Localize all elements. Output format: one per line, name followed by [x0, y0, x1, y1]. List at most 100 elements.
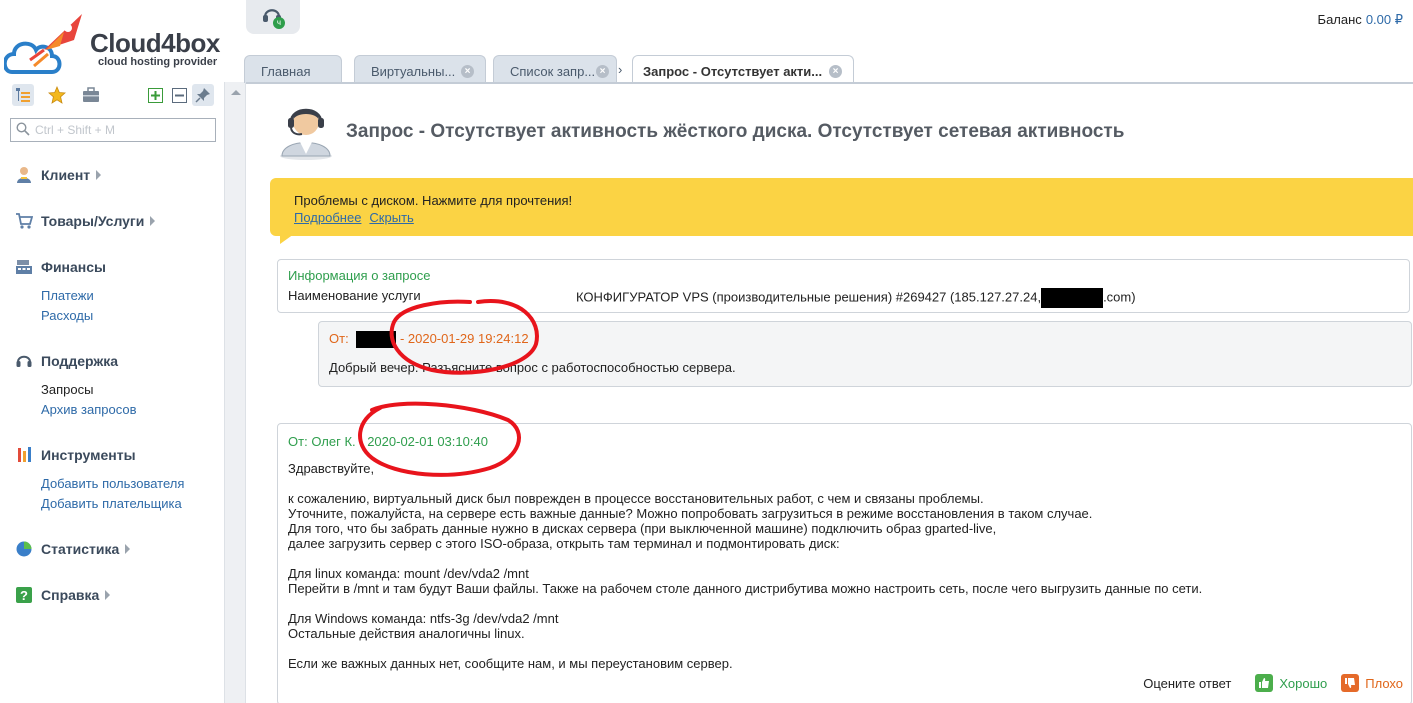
message-text: Добрый вечер. Разъясните вопрос с работо… — [329, 360, 736, 376]
balance-label: Баланс — [1317, 12, 1362, 27]
sidebar-section-client: Клиент — [14, 164, 102, 186]
message-line: Для того, что бы забрать данные нужно в … — [288, 521, 997, 536]
close-icon[interactable]: × — [461, 65, 474, 78]
tab-label: Виртуальны... — [371, 64, 456, 79]
message-line: Если же важных данных нет, сообщите нам,… — [288, 656, 733, 671]
message-support: От: Олег К. - 2020-02-01 03:10:40 Здравс… — [277, 423, 1412, 703]
balance-value[interactable]: 0.00 ₽ — [1366, 12, 1403, 27]
sidebar-subitem-expenses[interactable]: Расходы — [41, 306, 106, 326]
cash-register-icon — [14, 257, 34, 277]
notice-tail — [280, 234, 294, 244]
support-chat-button[interactable]: ч — [246, 0, 300, 34]
favorites-star-icon[interactable] — [46, 84, 68, 106]
collapse-arrow-icon[interactable] — [231, 90, 241, 95]
notice-more-link[interactable]: Подробнее — [294, 210, 361, 225]
sidebar-item-statistics[interactable]: Статистика — [14, 538, 131, 560]
close-icon[interactable]: × — [829, 65, 842, 78]
sidebar-item-tools[interactable]: Инструменты — [14, 444, 184, 466]
tools-icon — [14, 445, 34, 465]
search-icon — [16, 122, 30, 136]
sidebar-subitem-requests-archive[interactable]: Архив запросов — [41, 400, 137, 420]
message-from-label: От: — [329, 331, 349, 346]
sidebar-item-label: Статистика — [41, 541, 120, 557]
expand-all-icon[interactable] — [144, 84, 166, 106]
message-line: Для linux команда: mount /dev/vda2 /mnt — [288, 566, 529, 581]
sidebar-splitter[interactable] — [224, 82, 246, 703]
sidebar-item-label: Поддержка — [41, 353, 119, 369]
search-input[interactable] — [35, 121, 211, 139]
sidebar-section-finance: Финансы Платежи Расходы — [14, 256, 106, 326]
sidebar-item-goods[interactable]: Товары/Услуги — [14, 210, 156, 232]
sidebar-subitem-add-user[interactable]: Добавить пользователя — [41, 474, 184, 494]
message-line — [288, 476, 1401, 491]
tab-label: Главная — [261, 64, 311, 79]
sidebar-subitem-payments[interactable]: Платежи — [41, 286, 106, 306]
rate-good-button[interactable]: Хорошо — [1255, 674, 1327, 692]
sidebar-subitem-requests[interactable]: Запросы — [41, 380, 137, 400]
support-operator-icon — [280, 108, 332, 160]
rating-label: Оцените ответ — [1143, 675, 1232, 691]
sidebar-section-tools: Инструменты Добавить пользователя Добави… — [14, 444, 184, 514]
service-label: Наименование услуги — [288, 288, 421, 303]
message-date: - 2020-02-01 03:10:40 — [359, 434, 488, 449]
chevron-right-icon: › — [618, 62, 623, 77]
client-icon — [14, 165, 34, 185]
logo-subtitle: cloud hosting provider — [98, 56, 218, 68]
notice-hide-link[interactable]: Скрыть — [369, 210, 413, 225]
notice-banner[interactable]: Проблемы с диском. Нажмите для прочтения… — [270, 178, 1413, 244]
logo[interactable]: Cloud4box cloud hosting provider — [4, 10, 226, 76]
collapse-all-icon[interactable] — [168, 84, 190, 106]
request-info-box: Информация о запросе Наименование услуги… — [277, 259, 1410, 313]
rate-bad-button[interactable]: Плохо — [1341, 674, 1403, 692]
tab-label: Список запр... — [510, 64, 596, 79]
sidebar-item-label: Товары/Услуги — [41, 213, 145, 229]
sidebar-section-goods: Товары/Услуги — [14, 210, 156, 232]
search-box — [10, 118, 216, 142]
message-header: От: - 2020-01-29 19:24:12 — [329, 331, 1401, 349]
request-info-row: Наименование услуги КОНФИГУРАТОР VPS (пр… — [288, 288, 1399, 308]
pie-chart-icon — [14, 539, 34, 559]
sidebar-subitem-add-payer[interactable]: Добавить плательщика — [41, 494, 184, 514]
message-author: Олег К. — [311, 434, 356, 449]
tab-request-current[interactable]: Запрос - Отсутствует акти... × — [632, 55, 854, 83]
sidebar-item-label: Инструменты — [41, 447, 136, 463]
help-icon: ? — [14, 585, 34, 605]
sidebar-toolbar — [10, 84, 216, 108]
chevron-right-icon — [105, 590, 111, 600]
tab-virtual[interactable]: Виртуальны... × — [354, 55, 486, 83]
close-icon[interactable]: × — [596, 65, 609, 78]
tab-requests-list[interactable]: Список запр... × — [493, 55, 617, 83]
chevron-right-icon — [96, 170, 102, 180]
sidebar-item-support[interactable]: Поддержка — [14, 350, 137, 372]
chevron-right-icon — [125, 544, 131, 554]
pin-icon[interactable] — [192, 84, 214, 106]
rate-good-label: Хорошо — [1279, 675, 1328, 691]
sidebar-section-support: Поддержка Запросы Архив запросов — [14, 350, 137, 420]
top-bar: ч Баланс 0.00 ₽ Главная Виртуальны... × С… — [224, 0, 1413, 83]
sidebar-item-finance[interactable]: Финансы — [14, 256, 106, 278]
tree-view-icon[interactable] — [12, 84, 34, 106]
message-line: Перейти в /mnt и там будут Ваши файлы. Т… — [288, 581, 1203, 596]
message-header: От: Олег К. - 2020-02-01 03:10:40 — [288, 434, 1401, 449]
sidebar-section-statistics: Статистика — [14, 538, 131, 560]
tab-label: Запрос - Отсутствует акти... — [643, 64, 823, 79]
sidebar-item-label: Справка — [41, 587, 100, 603]
sidebar-item-help[interactable]: ? Справка — [14, 584, 111, 606]
logo-title: Cloud4box — [90, 28, 220, 58]
notice-text: Проблемы с диском. Нажмите для прочтения… — [294, 193, 573, 208]
redaction-block — [1041, 288, 1104, 308]
balance: Баланс 0.00 ₽ — [1318, 12, 1403, 28]
sidebar-item-client[interactable]: Клиент — [14, 164, 102, 186]
message-line: Остальные действия аналогичны linux. — [288, 626, 525, 641]
service-value: КОНФИГУРАТОР VPS (производительные решен… — [576, 288, 1136, 308]
message-line: далее загрузить сервер с этого ISO-образ… — [288, 536, 840, 551]
chevron-right-icon — [150, 216, 156, 226]
headset-icon — [14, 351, 34, 371]
main-content: Запрос - Отсутствует активность жёсткого… — [246, 84, 1413, 703]
briefcase-icon[interactable] — [80, 84, 102, 106]
message-line — [288, 596, 1401, 611]
sidebar-item-label: Клиент — [41, 167, 91, 183]
message-line: к сожалению, виртуальный диск был повреж… — [288, 491, 984, 506]
message-line — [288, 551, 1401, 566]
tab-home[interactable]: Главная — [244, 55, 342, 83]
